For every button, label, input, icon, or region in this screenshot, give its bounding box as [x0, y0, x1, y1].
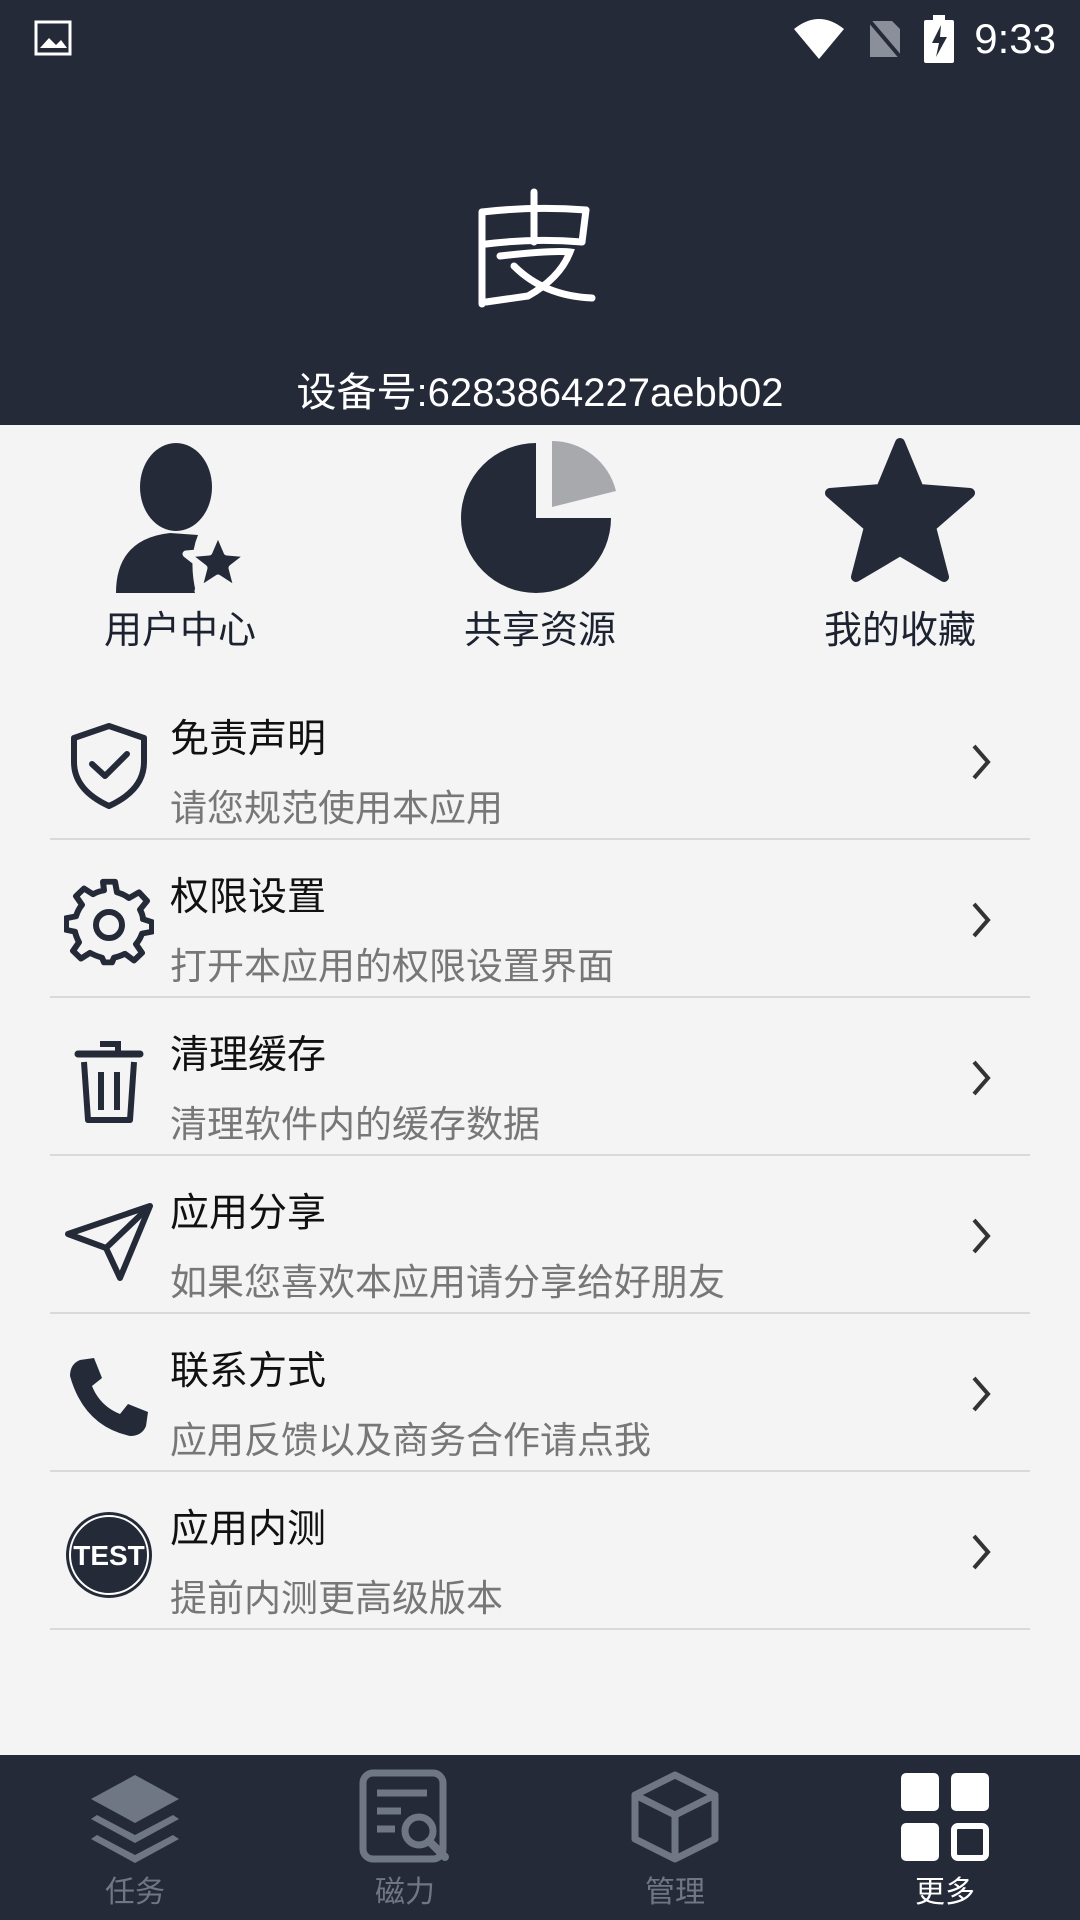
nav-manage-label: 管理: [645, 1875, 705, 1910]
chevron-right-icon: [972, 1218, 991, 1254]
permission-settings-title: 权限设置: [170, 875, 327, 920]
nav-manage[interactable]: 管理: [540, 1755, 810, 1920]
chevron-right-icon: [972, 744, 991, 780]
settings-list: 免责声明 请您规范使用本应用 权限设置 打开本应用的权限设置界面 清理缓存 清理…: [0, 682, 1080, 1630]
shared-resources-label: 共享资源: [463, 608, 616, 652]
chevron-right-icon: [972, 1376, 991, 1412]
nav-magnet[interactable]: 磁力: [270, 1755, 540, 1920]
status-bar: 9:33: [0, 0, 1080, 78]
star-icon: [825, 438, 975, 582]
grid-icon: [901, 1773, 989, 1861]
pie-chart-icon: [461, 441, 616, 593]
disclaimer-title: 免责声明: [170, 717, 327, 762]
permission-settings-subtitle: 打开本应用的权限设置界面: [170, 945, 614, 988]
layers-icon: [91, 1775, 179, 1863]
share-app-item[interactable]: 应用分享 如果您喜欢本应用请分享给好朋友: [50, 1156, 1030, 1314]
permission-settings-item[interactable]: 权限设置 打开本应用的权限设置界面: [50, 840, 1030, 998]
contact-title: 联系方式: [170, 1349, 327, 1394]
nav-tasks[interactable]: 任务: [0, 1755, 270, 1920]
no-sim-icon: [866, 17, 904, 61]
user-star-icon: [116, 443, 254, 595]
beta-test-title: 应用内测: [170, 1507, 327, 1552]
shield-check-icon: [71, 723, 147, 809]
app-logo-icon: [478, 188, 596, 308]
user-center-label: 用户中心: [103, 608, 256, 652]
phone-icon: [70, 1358, 148, 1436]
disclaimer-subtitle: 请您规范使用本应用: [170, 787, 503, 830]
profile-header: 9:33 设备号:6283864227aebb02: [0, 0, 1080, 425]
test-badge-text: TEST: [73, 1540, 145, 1571]
nav-magnet-label: 磁力: [375, 1875, 435, 1910]
image-notification-icon: [34, 20, 72, 56]
clear-cache-item[interactable]: 清理缓存 清理软件内的缓存数据: [50, 998, 1030, 1156]
contact-item[interactable]: 联系方式 应用反馈以及商务合作请点我: [50, 1314, 1030, 1472]
gear-icon: [64, 878, 154, 966]
test-badge-icon: TEST: [66, 1512, 152, 1598]
beta-test-item[interactable]: TEST 应用内测 提前内测更高级版本: [50, 1472, 1030, 1630]
wifi-icon: [794, 19, 845, 59]
clear-cache-subtitle: 清理软件内的缓存数据: [170, 1103, 540, 1146]
trash-icon: [74, 1041, 144, 1123]
share-app-subtitle: 如果您喜欢本应用请分享给好朋友: [170, 1261, 725, 1304]
nav-more-label: 更多: [915, 1875, 975, 1910]
chevron-right-icon: [972, 1060, 991, 1096]
magnet-search-icon: [359, 1769, 449, 1863]
shared-resources-button[interactable]: 共享资源: [420, 435, 660, 655]
device-id: 设备号:6283864227aebb02: [296, 371, 784, 415]
bottom-navigation: 任务 磁力 管理 更多: [0, 1755, 1080, 1920]
chevron-right-icon: [972, 1534, 991, 1570]
nav-tasks-label: 任务: [105, 1875, 165, 1910]
share-app-title: 应用分享: [170, 1191, 327, 1236]
contact-subtitle: 应用反馈以及商务合作请点我: [170, 1419, 651, 1462]
paper-plane-icon: [65, 1203, 153, 1281]
quick-actions: 用户中心 共享资源 我的收藏: [0, 425, 1080, 660]
nav-more[interactable]: 更多: [810, 1755, 1080, 1920]
disclaimer-item[interactable]: 免责声明 请您规范使用本应用: [50, 682, 1030, 840]
battery-charging-icon: [924, 15, 955, 63]
beta-test-subtitle: 提前内测更高级版本: [170, 1577, 503, 1620]
user-center-button[interactable]: 用户中心: [60, 435, 300, 655]
box-icon: [631, 1771, 719, 1863]
chevron-right-icon: [972, 902, 991, 938]
my-favorites-button[interactable]: 我的收藏: [780, 435, 1020, 655]
clock: 9:33: [974, 15, 1056, 62]
my-favorites-label: 我的收藏: [823, 608, 976, 652]
clear-cache-title: 清理缓存: [170, 1033, 327, 1078]
